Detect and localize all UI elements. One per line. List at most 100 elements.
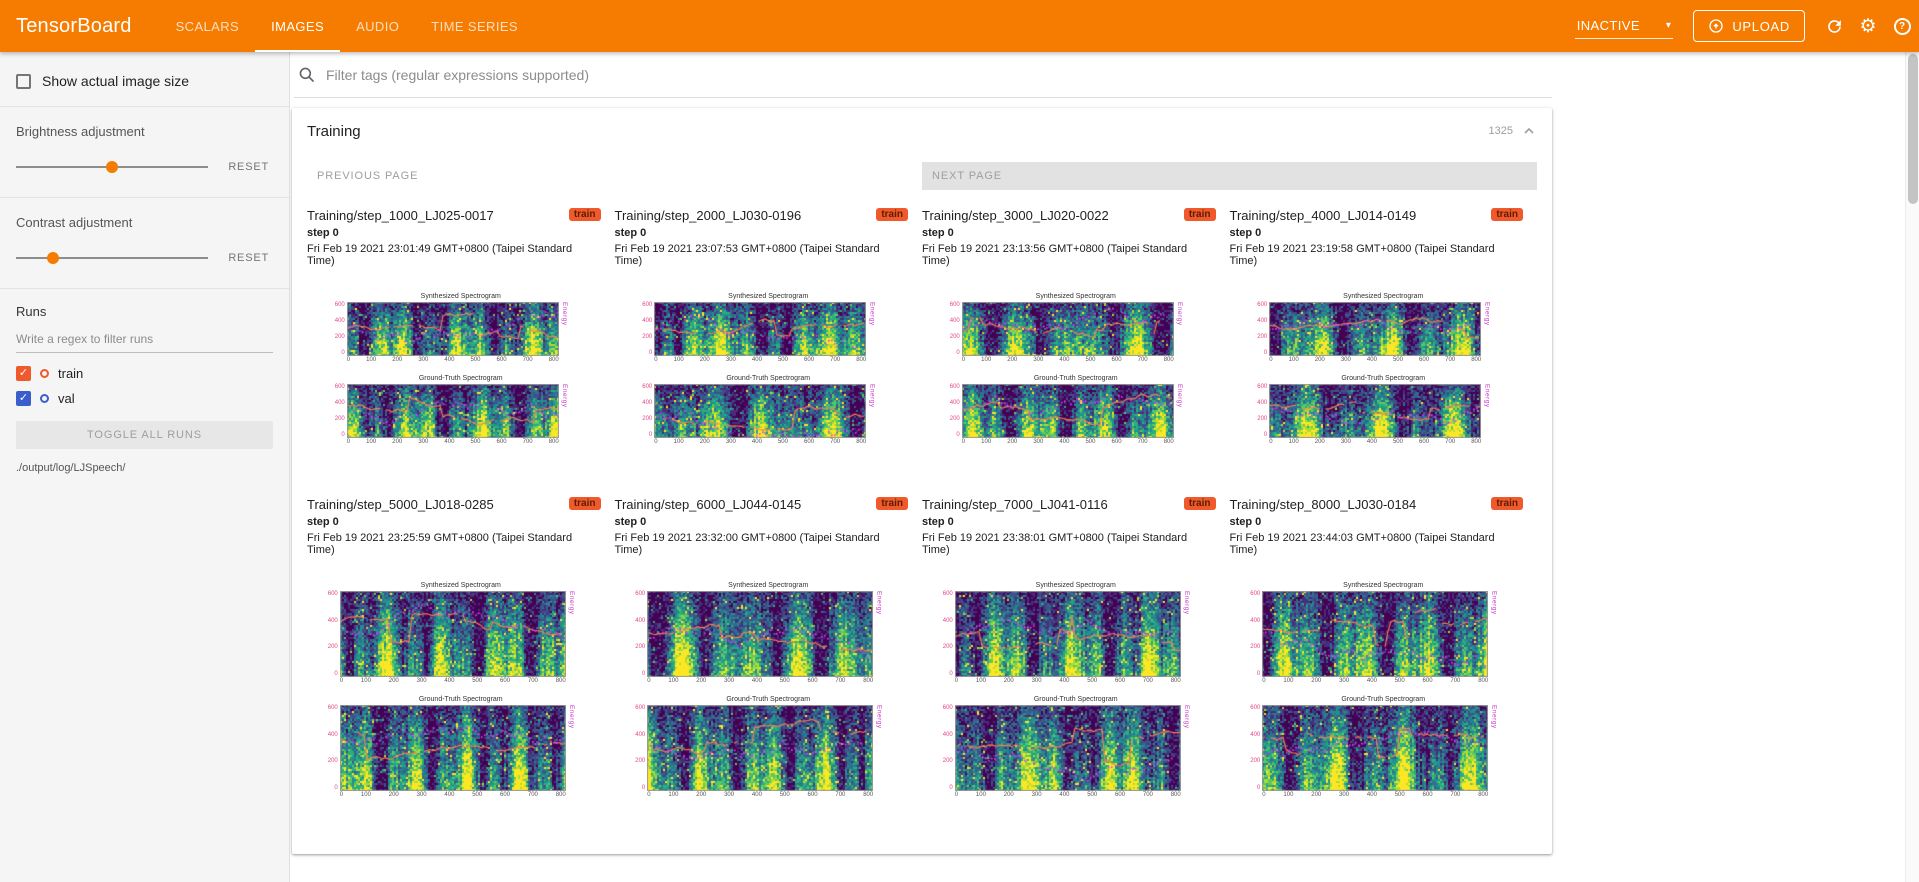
spectrogram-plot: Ground-Truth Spectrogram 600 400 200 0 Ener… bbox=[948, 375, 1190, 445]
image-card-timestamp: Fri Feb 19 2021 23:32:00 GMT+0800 (Taipe… bbox=[614, 532, 880, 556]
show-actual-size-checkbox[interactable]: Show actual image size bbox=[16, 52, 273, 106]
spectrogram-plot: Synthesized Spectrogram 600 400 200 0 Energ… bbox=[941, 582, 1197, 684]
spectrogram-plot-title: Synthesized Spectrogram bbox=[420, 582, 501, 589]
settings-button[interactable]: ⚙ bbox=[1851, 9, 1885, 43]
main-content: Training 1325 PREVIOUS PAGE NEXT PAGE Tr… bbox=[290, 52, 1919, 882]
chevron-up-icon[interactable] bbox=[1521, 123, 1537, 139]
upload-info-icon bbox=[1709, 19, 1723, 33]
spectrogram-plot: Ground-Truth Spectrogram 600 400 200 0 Ener… bbox=[640, 375, 882, 445]
energy-axis-label: Energy bbox=[868, 302, 876, 326]
next-page-button[interactable]: NEXT PAGE bbox=[922, 162, 1537, 190]
slider-thumb[interactable] bbox=[106, 161, 119, 173]
scrollbar[interactable] bbox=[1905, 52, 1919, 882]
spectrogram-plot-title: Ground-Truth Spectrogram bbox=[1033, 696, 1118, 703]
refresh-button[interactable] bbox=[1817, 9, 1851, 43]
energy-axis-label: Energy bbox=[567, 705, 575, 729]
spectrogram-plot: Synthesized Spectrogram 600 400 200 0 Energ… bbox=[1255, 293, 1497, 363]
training-section-header[interactable]: Training 1325 bbox=[292, 108, 1552, 154]
run-checkbox-icon[interactable]: ✓ bbox=[16, 391, 31, 406]
brightness-reset-button[interactable]: RESET bbox=[224, 159, 273, 175]
spectrogram-image bbox=[339, 705, 566, 791]
image-card-timestamp: Fri Feb 19 2021 23:38:01 GMT+0800 (Taipe… bbox=[922, 532, 1188, 556]
run-badge: train bbox=[876, 208, 908, 221]
x-axis-ticks: 0 100 200 300 400 500 600 700 800 bbox=[647, 678, 874, 684]
spectrogram-plot: Synthesized Spectrogram 600 400 200 0 Energ… bbox=[333, 293, 575, 363]
spectrogram-image bbox=[954, 591, 1181, 677]
scrollbar-thumb[interactable] bbox=[1907, 54, 1918, 204]
image-card-step: step 0 bbox=[307, 516, 339, 528]
x-axis-ticks: 0 100 200 300 400 500 600 700 800 bbox=[647, 792, 874, 798]
status-dropdown-value: INACTIVE bbox=[1576, 18, 1640, 33]
spectrogram-image bbox=[339, 591, 566, 677]
y-axis-ticks: 600 400 200 0 bbox=[1250, 705, 1261, 791]
image-card: Training/step_2000_LJ030-0196 train step… bbox=[615, 208, 923, 445]
image-card: Training/step_1000_LJ025-0017 train step… bbox=[307, 208, 615, 445]
x-axis-ticks: 0 100 200 300 400 500 600 700 800 bbox=[954, 792, 1181, 798]
run-badge: train bbox=[568, 497, 601, 510]
run-checkbox-icon[interactable]: ✓ bbox=[16, 366, 31, 381]
tab-scalars[interactable]: SCALARS bbox=[160, 0, 256, 52]
spectrogram-plot-title: Synthesized Spectrogram bbox=[1035, 293, 1116, 300]
run-badge: train bbox=[876, 497, 908, 510]
y-axis-ticks: 600 400 200 0 bbox=[942, 591, 953, 677]
upload-button[interactable]: UPLOAD bbox=[1693, 10, 1805, 42]
run-row-val[interactable]: ✓ val bbox=[16, 386, 273, 411]
run-row-train[interactable]: ✓ train bbox=[16, 361, 273, 386]
spectrogram-image bbox=[961, 384, 1174, 438]
y-axis-ticks: 600 400 200 0 bbox=[327, 591, 338, 677]
image-card: Training/step_6000_LJ044-0145 train step… bbox=[615, 497, 923, 798]
run-badge: train bbox=[1183, 208, 1216, 221]
x-axis-ticks: 0 100 200 300 400 500 600 700 800 bbox=[961, 357, 1174, 363]
contrast-reset-button[interactable]: RESET bbox=[224, 250, 273, 266]
spectrogram-plot-title: Synthesized Spectrogram bbox=[1343, 582, 1424, 589]
image-card-title: Training/step_4000_LJ014-0149 bbox=[1229, 208, 1417, 223]
image-card-title: Training/step_7000_LJ041-0116 bbox=[922, 497, 1108, 512]
run-color-circle bbox=[40, 369, 49, 378]
image-card-step: step 0 bbox=[307, 227, 339, 239]
spectrogram-image bbox=[346, 384, 559, 438]
pagination-bar: PREVIOUS PAGE NEXT PAGE bbox=[292, 154, 1552, 200]
contrast-slider[interactable] bbox=[16, 252, 209, 264]
previous-page-button[interactable]: PREVIOUS PAGE bbox=[307, 162, 922, 190]
energy-axis-label: Energy bbox=[875, 705, 883, 729]
energy-axis-label: Energy bbox=[1182, 705, 1190, 729]
spectrogram-image bbox=[654, 302, 867, 356]
energy-axis-label: Energy bbox=[560, 302, 568, 326]
spectrogram-plot: Synthesized Spectrogram 600 400 200 0 Energ… bbox=[640, 293, 882, 363]
image-card-step: step 0 bbox=[1229, 516, 1262, 528]
slider-thumb[interactable] bbox=[46, 252, 59, 264]
checkbox-icon[interactable] bbox=[16, 73, 31, 89]
energy-axis-label: Energy bbox=[1483, 384, 1491, 408]
spectrogram-plot: Ground-Truth Spectrogram 600 400 200 0 Ener… bbox=[326, 696, 582, 798]
spectrogram-plots: Synthesized Spectrogram 600 400 200 0 Energ… bbox=[333, 293, 575, 445]
y-axis-ticks: 600 400 200 0 bbox=[642, 384, 653, 438]
image-card-title: Training/step_8000_LJ030-0184 bbox=[1229, 497, 1417, 512]
x-axis-ticks: 0 100 200 300 400 500 600 700 800 bbox=[954, 678, 1181, 684]
y-axis-ticks: 600 400 200 0 bbox=[334, 302, 345, 356]
section-count-badge: 1325 bbox=[1488, 125, 1513, 137]
spectrogram-plot-title: Synthesized Spectrogram bbox=[1343, 293, 1424, 300]
tab-audio[interactable]: AUDIO bbox=[340, 0, 415, 52]
tag-filter-input[interactable] bbox=[324, 65, 1548, 84]
y-axis-ticks: 600 400 200 0 bbox=[642, 302, 653, 356]
tab-time-series[interactable]: TIME SERIES bbox=[415, 0, 534, 52]
energy-axis-label: Energy bbox=[1490, 705, 1498, 729]
brightness-slider[interactable] bbox=[16, 161, 209, 173]
help-icon: ? bbox=[1893, 17, 1911, 35]
spectrogram-image bbox=[346, 302, 559, 356]
x-axis-ticks: 0 100 200 300 400 500 600 700 800 bbox=[339, 792, 566, 798]
runs-regex-input[interactable] bbox=[16, 325, 273, 353]
spectrogram-plot-title: Ground-Truth Spectrogram bbox=[418, 696, 503, 703]
chevron-down-icon: ▾ bbox=[1665, 19, 1672, 31]
tab-images[interactable]: IMAGES bbox=[255, 0, 341, 52]
help-button[interactable]: ? bbox=[1885, 9, 1919, 43]
spectrogram-plot: Ground-Truth Spectrogram 600 400 200 0 Ener… bbox=[1255, 375, 1497, 445]
energy-axis-label: Energy bbox=[1175, 384, 1183, 408]
spectrogram-plot: Ground-Truth Spectrogram 600 400 200 0 Ener… bbox=[1248, 696, 1504, 798]
spectrogram-plot: Synthesized Spectrogram 600 400 200 0 Energ… bbox=[1248, 582, 1504, 684]
image-card-timestamp: Fri Feb 19 2021 23:13:56 GMT+0800 (Taipe… bbox=[922, 243, 1188, 267]
toggle-all-runs-button[interactable]: TOGGLE ALL RUNS bbox=[16, 421, 273, 449]
status-dropdown[interactable]: INACTIVE ▾ bbox=[1574, 13, 1674, 39]
contrast-label: Contrast adjustment bbox=[16, 215, 133, 230]
x-axis-ticks: 0 100 200 300 400 500 600 700 800 bbox=[1262, 792, 1489, 798]
